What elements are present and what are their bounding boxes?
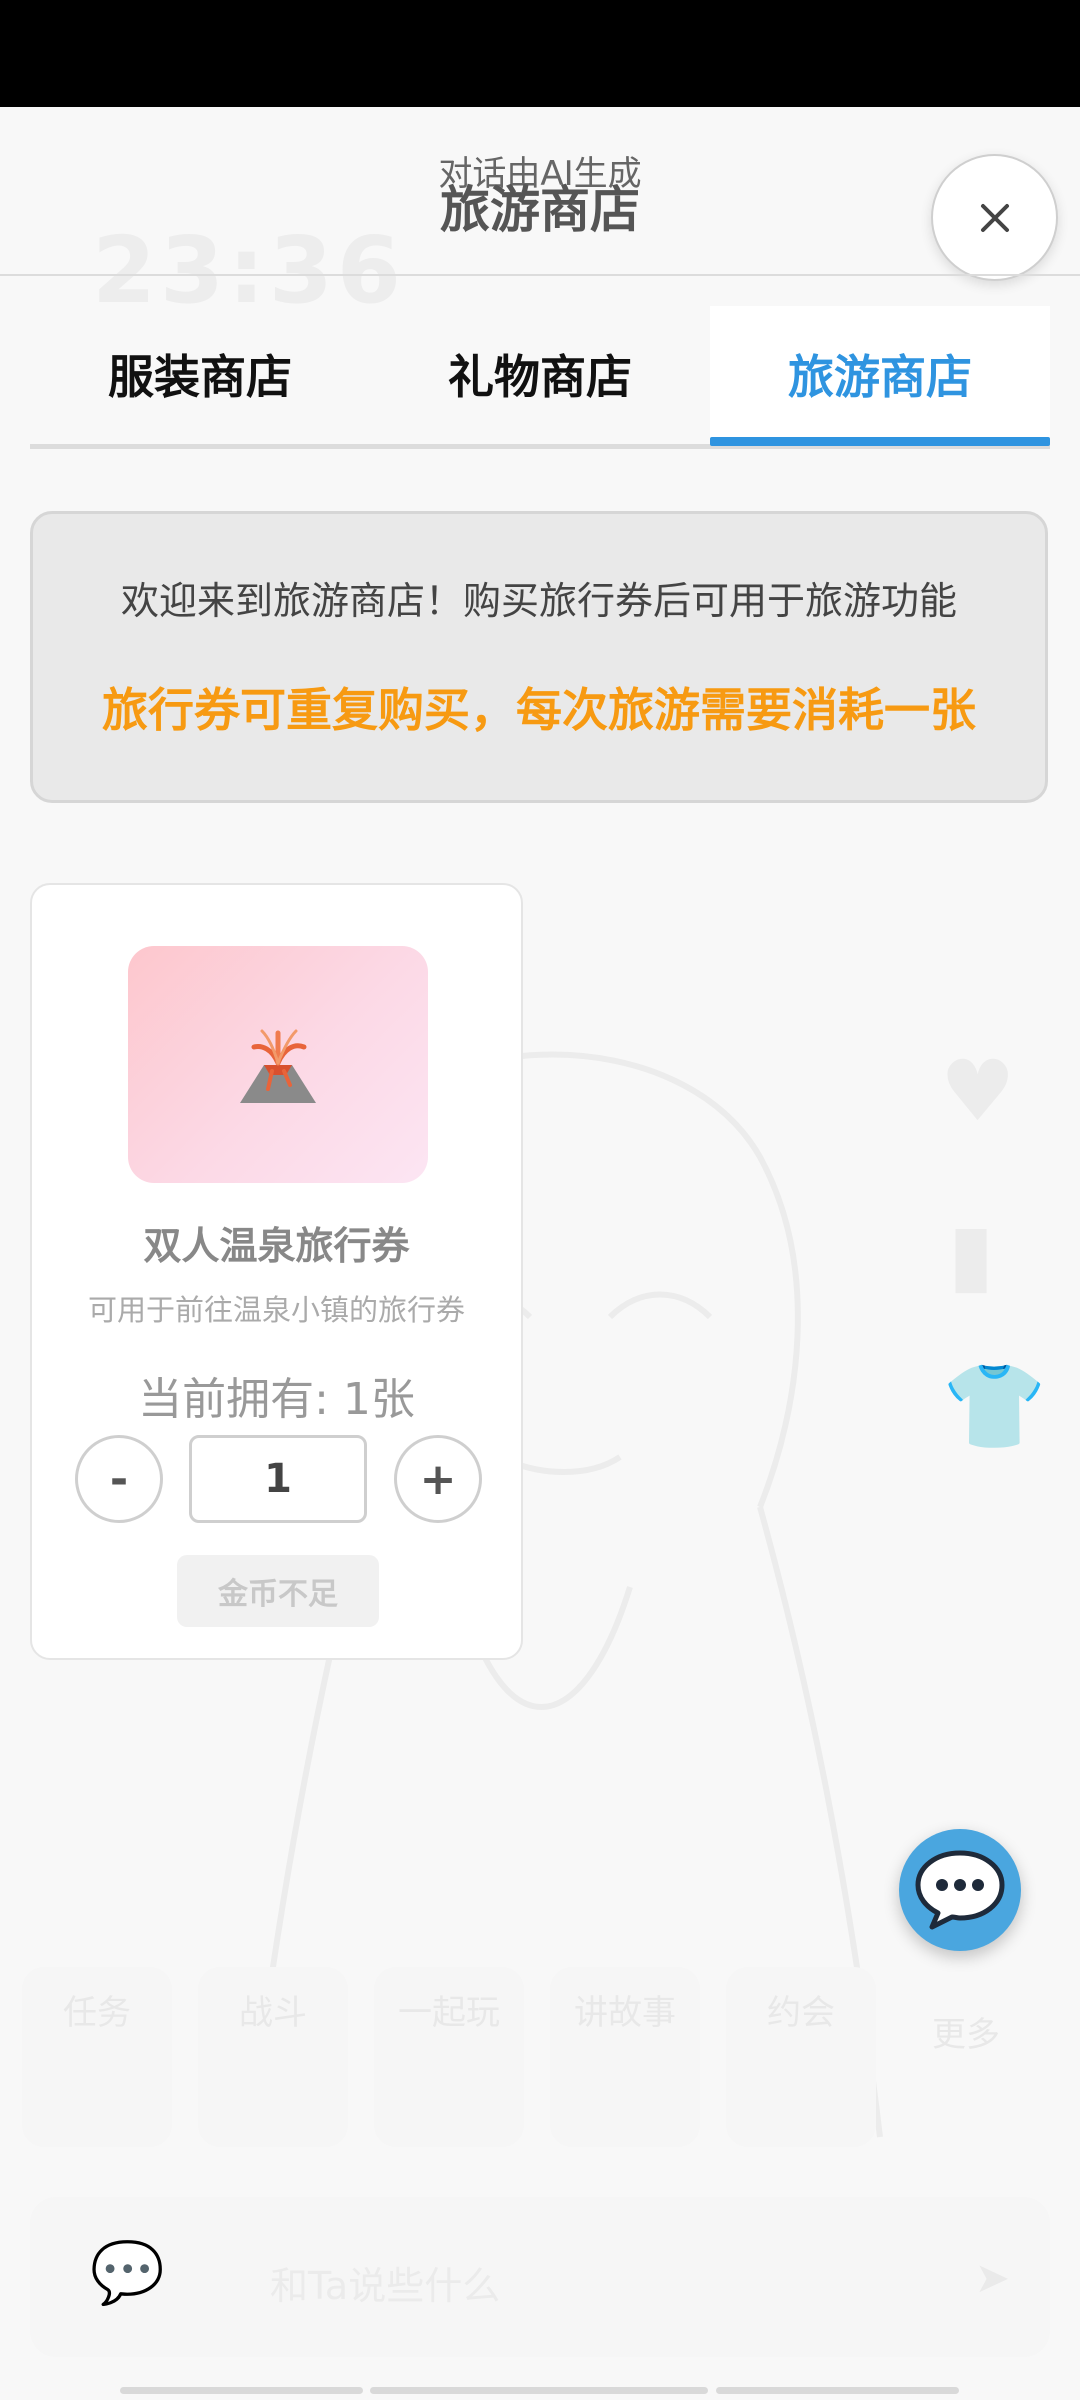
product-card: 双人温泉旅行券 可用于前往温泉小镇的旅行券 当前拥有: 1张 - 1 + 金币不…	[30, 883, 523, 1660]
decrement-button[interactable]: -	[75, 1435, 163, 1523]
send-icon: ➤	[974, 2253, 1010, 2302]
heart-icon: ♥	[940, 1042, 1016, 1140]
tab-travel-shop[interactable]: 旅游商店	[710, 306, 1050, 441]
info-highlight-text: 旅行券可重复购买，每次旅游需要消耗一张	[102, 683, 976, 737]
nav-bar-segment	[120, 2387, 363, 2394]
header-divider	[0, 274, 1080, 276]
page-title: 旅游商店	[440, 181, 640, 239]
background-action: 一起玩	[374, 1967, 524, 2147]
info-banner: 欢迎来到旅游商店！购买旅行券后可用于旅游功能 旅行券可重复购买，每次旅游需要消耗…	[30, 511, 1048, 803]
increment-button[interactable]: +	[394, 1435, 482, 1523]
close-icon	[980, 203, 1009, 232]
chat-bubble-icon: 💬	[90, 2238, 165, 2308]
quantity-field[interactable]: 1	[189, 1435, 367, 1523]
info-welcome-text: 欢迎来到旅游商店！购买旅行券后可用于旅游功能	[120, 579, 957, 623]
shirt-icon: 👕	[942, 1357, 1047, 1455]
close-button[interactable]	[931, 154, 1058, 281]
active-tab-indicator	[710, 437, 1050, 446]
background-action: 任务	[22, 1967, 172, 2147]
book-icon: ▮	[948, 1205, 995, 1303]
tab-clothing-shop[interactable]: 服装商店	[30, 306, 370, 441]
background-more-label: 更多	[932, 2015, 1000, 2055]
background-action: 讲故事	[550, 1967, 700, 2147]
volcano-icon	[240, 1029, 316, 1103]
background-action: 约会	[726, 1967, 876, 2147]
owned-count: 当前拥有: 1张	[138, 1374, 415, 1425]
product-name: 双人温泉旅行券	[143, 1224, 410, 1268]
background-input-placeholder: 和Ta说些什么	[270, 2264, 501, 2308]
background-action-bar: 任务 战斗 一起玩 讲故事 约会 更多	[22, 1967, 1062, 2147]
chat-bubble-icon	[915, 1850, 1005, 1930]
tab-gift-shop[interactable]: 礼物商店	[370, 306, 710, 441]
status-bar	[0, 0, 1080, 107]
buy-button[interactable]: 金币不足	[177, 1555, 379, 1627]
product-description: 可用于前往温泉小镇的旅行券	[87, 1293, 465, 1327]
product-thumbnail	[128, 946, 428, 1183]
background-action: 战斗	[198, 1967, 348, 2147]
background-message-input: 💬 和Ta说些什么 ➤	[30, 2197, 1050, 2357]
nav-bar-segment	[716, 2387, 959, 2394]
nav-bar-segment	[370, 2387, 708, 2394]
chat-float-button[interactable]	[899, 1829, 1021, 1951]
